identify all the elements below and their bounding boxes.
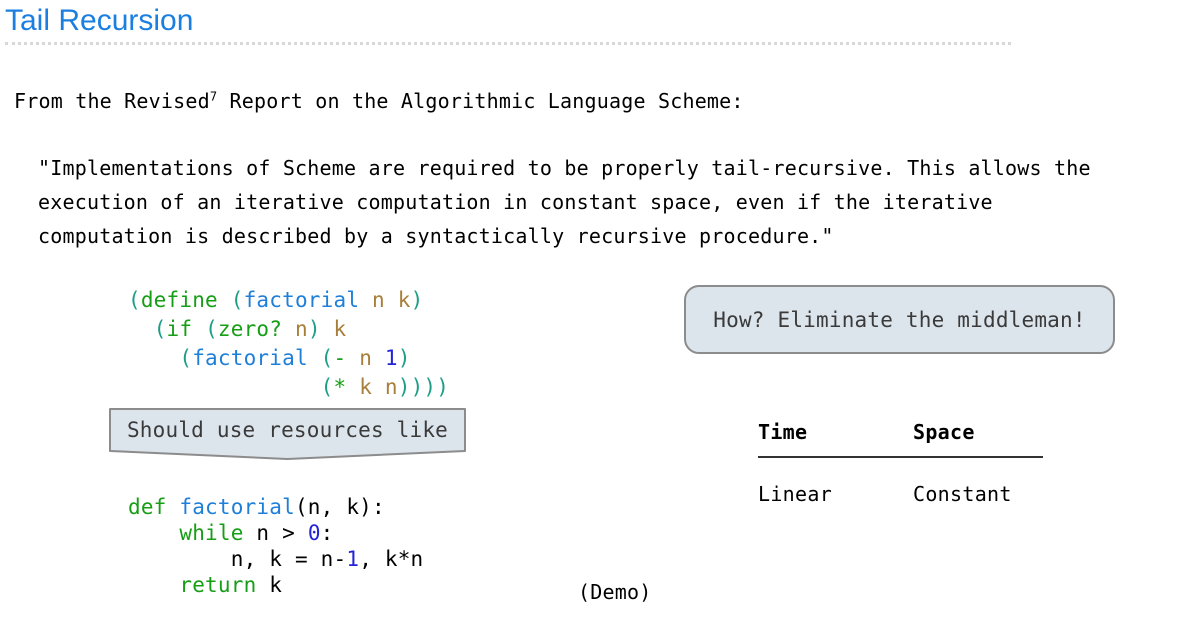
callout-eliminate-middleman: How? Eliminate the middleman! <box>684 285 1115 354</box>
code-token: ( <box>205 317 218 341</box>
code-token: n, k = n- <box>128 547 347 571</box>
cell-space-value: Constant <box>913 482 1012 506</box>
intro-text-after: Report on the Algorithmic Language Schem… <box>217 89 744 113</box>
code-token: ) <box>307 317 321 341</box>
scheme-code-line: (factorial (- n 1) <box>128 344 449 373</box>
table-header-row: Time Space <box>758 420 1043 458</box>
code-token: (n, k): <box>294 495 385 519</box>
code-token: n <box>294 317 308 341</box>
scheme-code-line: (if (zero? n) k <box>128 315 449 344</box>
python-code-block: def factorial(n, k): while n > 0: n, k =… <box>128 494 423 598</box>
code-token: define <box>140 288 218 312</box>
code-token: return <box>179 573 257 597</box>
code-token: k <box>256 573 283 597</box>
python-code-line: return k <box>128 572 423 598</box>
code-token: ) <box>436 375 450 399</box>
title-divider <box>5 42 1011 45</box>
code-token: def <box>128 495 167 519</box>
table-row: Linear Constant <box>758 457 1043 506</box>
code-token: ( <box>230 288 244 312</box>
code-token: while <box>179 521 244 545</box>
code-token: factorial <box>179 495 295 519</box>
code-token: k <box>359 375 373 399</box>
code-token: k <box>333 317 347 341</box>
demo-note: (Demo) <box>578 580 652 604</box>
code-token: ) <box>410 288 424 312</box>
cell-time-value: Linear <box>758 482 833 506</box>
code-token: zero? <box>217 317 283 341</box>
code-token: k <box>397 288 411 312</box>
code-token: 0 <box>307 521 321 545</box>
code-token: ) <box>423 375 437 399</box>
code-token: ) <box>397 346 411 370</box>
code-token: - <box>333 346 347 370</box>
code-token: * <box>333 375 347 399</box>
code-token: ( <box>128 288 141 312</box>
page-title: Tail Recursion <box>5 4 194 37</box>
code-token: factorial <box>192 346 308 370</box>
code-token: ( <box>153 317 167 341</box>
code-token: n <box>372 288 385 312</box>
code-token: n <box>359 346 373 370</box>
quote-line: "Implementations of Scheme are required … <box>38 156 1091 180</box>
complexity-table-element: Time Space Linear Constant <box>758 420 1043 506</box>
callout-rounded-label: How? Eliminate the middleman! <box>713 307 1086 332</box>
scheme-code-line: (define (factorial n k) <box>128 286 449 315</box>
code-token: factorial <box>243 288 360 312</box>
complexity-table: Time Space Linear Constant <box>758 420 1043 506</box>
callout-should-use-resources: Should use resources like <box>109 408 466 460</box>
code-token: : <box>320 521 334 545</box>
scheme-report-quote: "Implementations of Scheme are required … <box>38 151 1183 253</box>
code-token: 1 <box>346 547 360 571</box>
python-code-line: while n > 0: <box>128 520 423 546</box>
column-header-time: Time <box>758 420 913 458</box>
quote-line: execution of an iterative computation in… <box>38 190 993 214</box>
code-token: ( <box>320 346 334 370</box>
code-token: n > <box>243 521 308 545</box>
callout-banner-label: Should use resources like <box>126 418 449 442</box>
intro-text-before: From the Revised <box>14 89 210 113</box>
code-token: ) <box>397 375 411 399</box>
python-code-line: def factorial(n, k): <box>128 494 423 520</box>
intro-text: From the Revised7 Report on the Algorith… <box>14 87 744 115</box>
code-token: , k*n <box>359 547 424 571</box>
code-token: ( <box>179 346 193 370</box>
code-token: 1 <box>384 346 398 370</box>
code-token: n <box>384 375 398 399</box>
code-token: ( <box>320 375 334 399</box>
quote-line: computation is described by a syntactica… <box>38 224 834 248</box>
python-code-line: n, k = n-1, k*n <box>128 546 423 572</box>
code-token: if <box>166 317 193 341</box>
code-token: ) <box>410 375 424 399</box>
scheme-code-block: (define (factorial n k) (if (zero? n) k … <box>128 286 449 402</box>
column-header-space: Space <box>913 420 1043 458</box>
scheme-code-line: (* k n)))) <box>128 373 449 402</box>
